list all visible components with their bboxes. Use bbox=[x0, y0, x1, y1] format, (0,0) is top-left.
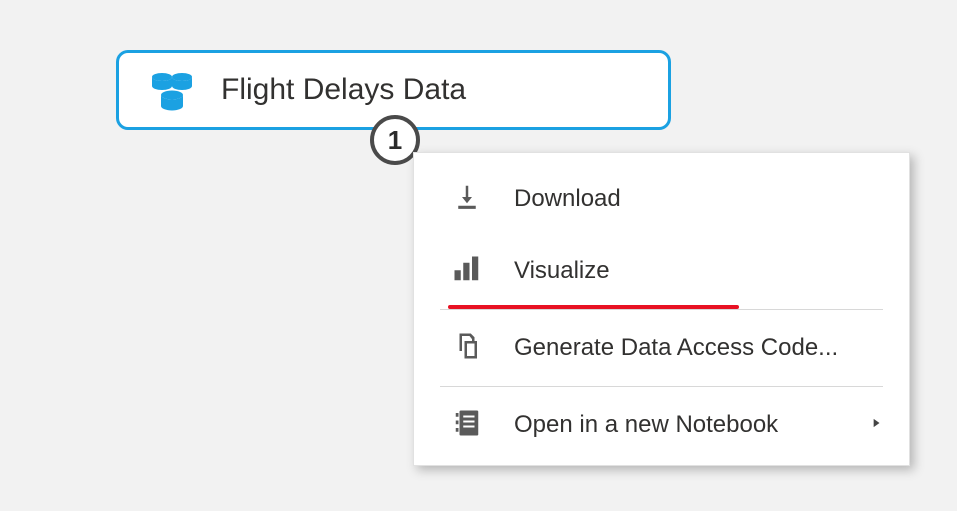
download-icon bbox=[452, 182, 486, 216]
menu-item-generate-code[interactable]: Generate Data Access Code... bbox=[414, 312, 909, 384]
menu-item-label: Visualize bbox=[514, 257, 883, 285]
bar-chart-icon bbox=[452, 254, 486, 288]
menu-separator bbox=[440, 309, 883, 310]
context-menu: Download Visualize Generate Data Access … bbox=[413, 152, 910, 466]
menu-item-label: Download bbox=[514, 185, 883, 213]
menu-separator bbox=[440, 386, 883, 387]
highlight-underline bbox=[448, 305, 739, 309]
menu-item-visualize[interactable]: Visualize bbox=[414, 235, 909, 307]
copy-icon bbox=[452, 331, 486, 365]
menu-item-open-notebook[interactable]: Open in a new Notebook bbox=[414, 389, 909, 461]
menu-item-label: Open in a new Notebook bbox=[514, 411, 869, 439]
dataset-node-title: Flight Delays Data bbox=[221, 73, 466, 107]
dataset-icon bbox=[147, 65, 197, 115]
menu-item-download[interactable]: Download bbox=[414, 163, 909, 235]
chevron-right-icon bbox=[869, 416, 883, 435]
menu-item-label: Generate Data Access Code... bbox=[514, 334, 883, 362]
notebook-icon bbox=[452, 408, 486, 442]
output-port-label: 1 bbox=[388, 125, 402, 156]
